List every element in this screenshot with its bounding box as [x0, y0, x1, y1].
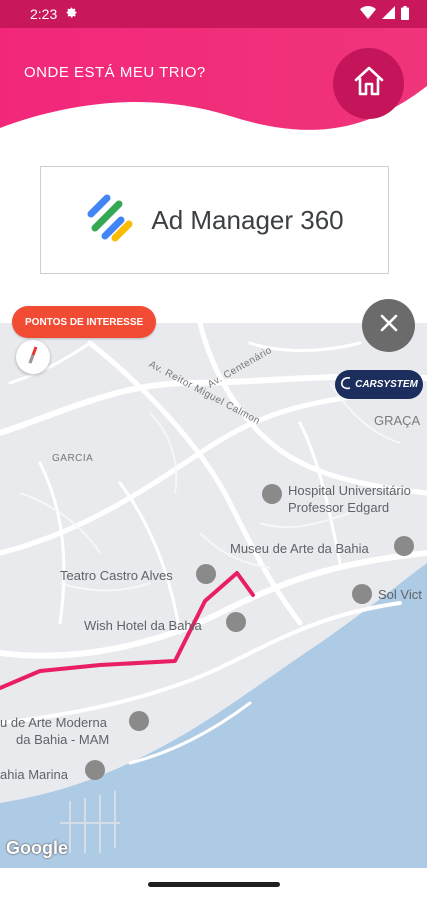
place-label-sol: Sol Vict	[378, 587, 422, 602]
ad-banner[interactable]: Ad Manager 360	[40, 166, 389, 274]
place-label-mam-2: da Bahia - MAM	[16, 732, 110, 747]
home-gesture-handle[interactable]	[147, 881, 280, 887]
app-screen: 2:23 ONDE ESTÁ MEU TRIO? Ad Manager 360 …	[0, 0, 427, 900]
page-title: ONDE ESTÁ MEU TRIO?	[24, 64, 206, 81]
place-label-museum: Museu de Arte da Bahia	[230, 541, 369, 556]
signal-icon	[382, 6, 395, 22]
carsystem-label: CARSYSTEM	[355, 379, 418, 390]
carsystem-sponsor-badge[interactable]: CARSYSTEM	[335, 370, 423, 399]
home-icon	[352, 64, 386, 103]
place-label-hospital-2: Professor Edgard	[288, 500, 390, 515]
points-of-interest-button[interactable]: PONTOS DE INTERESSE	[12, 306, 157, 338]
gesture-nav-bar	[0, 868, 427, 900]
ad-manager-logo-icon	[85, 194, 135, 247]
wifi-icon	[360, 6, 376, 22]
home-button[interactable]	[333, 48, 404, 119]
carsystem-swirl-icon	[340, 376, 352, 393]
status-bar: 2:23	[0, 0, 427, 28]
place-label-marina: ahia Marina	[0, 767, 68, 782]
settings-gear-icon	[65, 6, 78, 22]
place-label-mam-1: u de Arte Moderna	[0, 715, 107, 730]
compass-button[interactable]	[16, 340, 50, 374]
map-view[interactable]: Av. Reitor Miguel Calmon Av. Centenário …	[0, 323, 427, 868]
status-time: 2:23	[30, 6, 58, 22]
ad-text: Ad Manager 360	[151, 204, 344, 235]
place-label-theatre: Teatro Castro Alves	[60, 568, 173, 583]
map-canvas	[0, 323, 427, 868]
google-attribution: Google	[6, 838, 68, 858]
close-icon	[379, 313, 399, 338]
battery-icon	[401, 5, 409, 23]
place-label-hospital-1: Hospital Universitário	[288, 483, 411, 498]
place-label-hotel: Wish Hotel da Bahia	[84, 618, 202, 633]
close-map-button[interactable]	[362, 299, 415, 352]
area-label-graca: GRAÇA	[374, 413, 421, 428]
area-label-garcia: GARCIA	[52, 453, 94, 464]
compass-icon	[26, 345, 40, 369]
